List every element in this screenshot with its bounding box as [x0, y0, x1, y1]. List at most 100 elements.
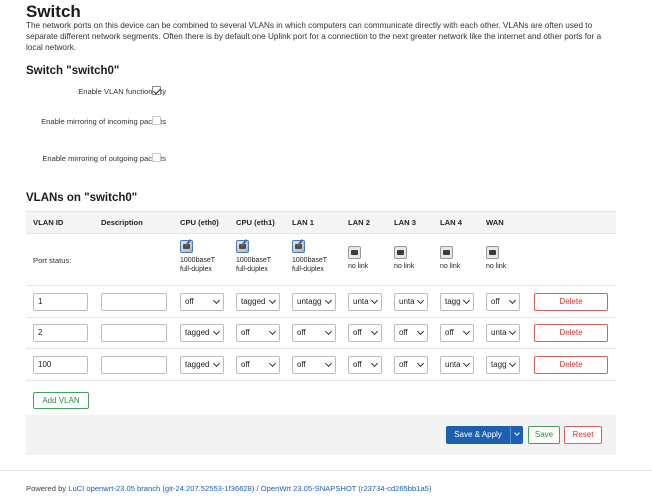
port-status-label: Port status:	[33, 256, 72, 265]
port-select-cpu-eth1[interactable]: off	[236, 356, 280, 374]
footer-divider	[0, 470, 652, 471]
port-link: no link	[440, 263, 461, 270]
save-apply-dropdown-button[interactable]	[510, 426, 523, 444]
port-select-value: unta	[445, 360, 461, 369]
port-select-value: off	[297, 360, 306, 369]
vlan-description-input[interactable]	[101, 324, 167, 342]
save-button[interactable]: Save	[528, 426, 560, 444]
chevron-down-icon	[508, 359, 517, 368]
port-status-cpu-eth0: 1000baseT full-duplex	[180, 240, 215, 274]
ethernet-down-icon	[394, 246, 407, 259]
port-link: no link	[394, 263, 415, 270]
delete-vlan-button[interactable]: Delete	[534, 324, 608, 342]
col-lan2: LAN 2	[348, 218, 370, 227]
port-duplex: full-duplex	[236, 266, 268, 273]
vlan-id-input[interactable]: 2	[33, 324, 88, 342]
page-actions: Save & Apply Save Reset	[26, 415, 616, 455]
port-select-lan1[interactable]: untagg	[292, 293, 336, 311]
ethernet-down-icon	[440, 246, 453, 259]
port-status-lan1: 1000baseT full-duplex	[292, 240, 327, 274]
port-select-wan[interactable]: off	[486, 293, 520, 311]
chevron-down-icon	[268, 327, 277, 336]
port-select-wan[interactable]: tagg	[486, 356, 520, 374]
port-select-value: off	[241, 328, 250, 337]
row-divider	[26, 380, 616, 381]
chevron-down-icon	[416, 359, 425, 368]
row-divider	[26, 233, 616, 234]
openwrt-link[interactable]: OpenWrt 23.05-SNAPSHOT (r23734-cd265bb1a…	[261, 484, 432, 493]
chevron-down-icon	[514, 430, 520, 436]
mirror-outgoing-label: Enable mirroring of outgoing packets	[42, 154, 166, 163]
reset-button[interactable]: Reset	[564, 426, 602, 444]
vlan-id-input[interactable]: 100	[33, 356, 88, 374]
port-select-lan4[interactable]: unta	[440, 356, 474, 374]
add-vlan-button[interactable]: Add VLAN	[33, 392, 89, 409]
port-duplex: full-duplex	[292, 266, 324, 273]
vlan-functionality-checkbox[interactable]	[152, 86, 161, 95]
chevron-down-icon	[268, 359, 277, 368]
col-cpu-eth0: CPU (eth0)	[180, 218, 219, 227]
port-select-cpu-eth1[interactable]: tagged	[236, 293, 280, 311]
delete-vlan-button[interactable]: Delete	[534, 293, 608, 311]
chevron-down-icon	[370, 359, 379, 368]
col-cpu-eth1: CPU (eth1)	[236, 218, 275, 227]
chevron-down-icon	[462, 327, 471, 336]
mirror-outgoing-checkbox[interactable]	[152, 153, 161, 162]
port-select-lan3[interactable]: off	[394, 356, 428, 374]
page-description: The network ports on this device can be …	[26, 21, 602, 52]
vlan-id-input[interactable]: 1	[33, 293, 88, 311]
chevron-down-icon	[508, 296, 517, 305]
port-select-lan1[interactable]: off	[292, 324, 336, 342]
port-select-value: tagged	[185, 360, 210, 369]
vlan-description-input[interactable]	[101, 356, 167, 374]
chevron-down-icon	[324, 327, 333, 336]
ethernet-up-icon	[180, 240, 193, 253]
port-select-lan3[interactable]: unta	[394, 293, 428, 311]
port-select-wan[interactable]: unta	[486, 324, 520, 342]
switch-section-title: Switch "switch0"	[26, 65, 120, 77]
port-select-lan2[interactable]: off	[348, 356, 382, 374]
luci-link[interactable]: LuCI openwrt-23.05 branch (git-24.207.52…	[68, 484, 254, 493]
chevron-down-icon	[324, 296, 333, 305]
col-wan: WAN	[486, 218, 504, 227]
port-select-value: off	[399, 328, 408, 337]
port-select-cpu-eth1[interactable]: off	[236, 324, 280, 342]
ethernet-down-icon	[486, 246, 499, 259]
chevron-down-icon	[462, 296, 471, 305]
port-select-value: off	[353, 328, 362, 337]
port-select-lan4[interactable]: tagg	[440, 293, 474, 311]
port-select-value: untagg	[297, 297, 322, 306]
port-select-value: off	[445, 328, 454, 337]
chevron-down-icon	[370, 327, 379, 336]
port-select-lan2[interactable]: off	[348, 324, 382, 342]
port-select-value: tagg	[445, 297, 461, 306]
port-select-lan3[interactable]: off	[394, 324, 428, 342]
port-select-value: unta	[353, 297, 369, 306]
port-speed: 1000baseT	[292, 257, 328, 264]
chevron-down-icon	[212, 327, 221, 336]
chevron-down-icon	[416, 327, 425, 336]
mirror-incoming-label: Enable mirroring of incoming packets	[41, 117, 166, 126]
chevron-down-icon	[508, 327, 517, 336]
port-status-lan4: no link	[440, 246, 460, 271]
mirror-incoming-checkbox[interactable]	[152, 116, 161, 125]
port-select-value: off	[185, 297, 194, 306]
port-select-value: off	[491, 297, 500, 306]
port-select-value: off	[399, 360, 408, 369]
ethernet-up-icon	[236, 240, 249, 253]
port-select-value: unta	[491, 328, 507, 337]
port-select-lan1[interactable]: off	[292, 356, 336, 374]
save-apply-button[interactable]: Save & Apply	[446, 426, 510, 444]
vlan-table-header: VLAN ID Description CPU (eth0) CPU (eth1…	[26, 211, 616, 233]
footer-prefix: Powered by	[26, 484, 69, 493]
port-select-lan4[interactable]: off	[440, 324, 474, 342]
vlan-description-input[interactable]	[101, 293, 167, 311]
port-select-cpu-eth0[interactable]: tagged	[180, 356, 224, 374]
port-status-wan: no link	[486, 246, 506, 271]
port-select-lan2[interactable]: unta	[348, 293, 382, 311]
delete-vlan-button[interactable]: Delete	[534, 356, 608, 374]
port-select-cpu-eth0[interactable]: off	[180, 293, 224, 311]
port-select-value: off	[241, 360, 250, 369]
port-select-cpu-eth0[interactable]: tagged	[180, 324, 224, 342]
vlans-section-title: VLANs on "switch0"	[26, 192, 138, 204]
